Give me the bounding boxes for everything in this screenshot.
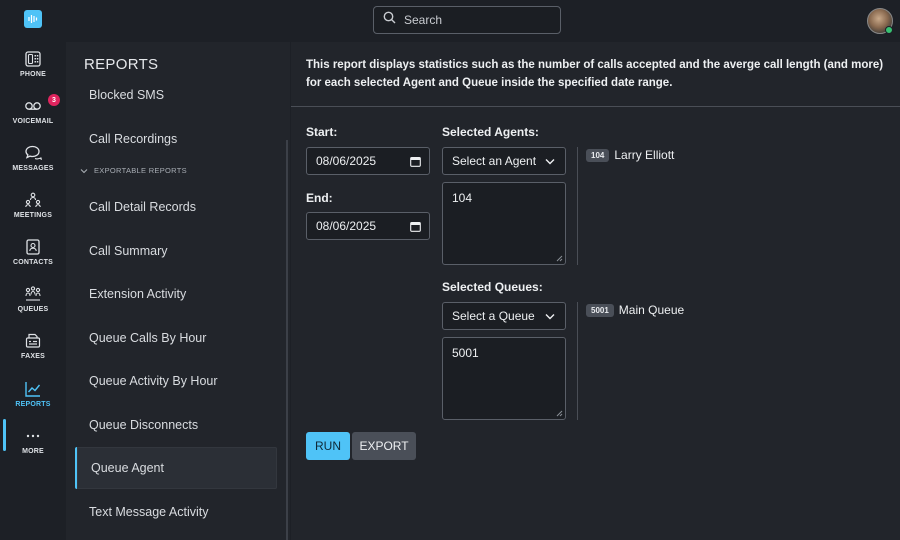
agent-select[interactable]: Select an Agent [442,147,566,175]
nav-queues[interactable]: QUEUES [0,285,66,331]
reports-chart-icon [25,382,41,397]
nav-reports-label: REPORTS [15,401,51,408]
nav-messages-label: MESSAGES [12,165,54,172]
agent-select-value: Select an Agent [452,154,537,168]
nav-faxes[interactable]: FAXES [0,332,66,378]
voicemail-icon [25,102,41,110]
report-description: This report displays statistics such as … [306,59,884,89]
nav-messages[interactable]: MESSAGES [0,144,66,190]
nav-meetings-label: MEETINGS [13,212,53,219]
sidebar-item-call-detail-records[interactable]: Call Detail Records [75,186,277,228]
agents-textarea-value: 104 [452,191,473,205]
waveform-logo-icon[interactable] [24,10,42,28]
agents-separator [577,147,578,265]
calendar-icon[interactable] [410,221,421,232]
nav-voicemail[interactable]: 3 VOICEMAIL [0,94,66,143]
phone-icon [25,51,41,67]
queue-select[interactable]: Select a Queue [442,302,566,330]
sidebar-title: REPORTS [84,56,159,73]
chevron-down-icon [545,159,555,165]
exportable-reports-section[interactable]: EXPORTABLE REPORTS [80,166,187,175]
meetings-icon [25,192,41,208]
contacts-icon [26,239,40,255]
queues-separator [577,302,578,420]
sidebar-item-queue-calls-by-hour[interactable]: Queue Calls By Hour [75,317,277,359]
sidebar-item-queue-activity-by-hour[interactable]: Queue Activity By Hour [75,360,277,402]
nav-contacts-label: CONTACTS [13,259,53,266]
sidebar-item-call-summary[interactable]: Call Summary [75,230,277,272]
nav-reports[interactable]: REPORTS [0,380,66,426]
queue-name: Main Queue [618,303,685,317]
sidebar-item-queue-disconnects[interactable]: Queue Disconnects [75,404,277,446]
sidebar-item-text-message-activity[interactable]: Text Message Activity [75,491,277,533]
agents-textarea[interactable]: 104 [442,182,566,265]
selected-agents-label: Selected Agents: [442,125,539,139]
header-divider [291,106,900,107]
agent-name: Larry Elliott [614,148,675,162]
nav-queues-label: QUEUES [17,306,49,313]
end-date-field[interactable]: 08/06/2025 [306,212,430,240]
chevron-down-icon [80,168,88,173]
messages-icon [25,145,42,161]
report-main-panel: This report displays statistics such as … [291,42,900,540]
selected-agent-row[interactable]: 104 Larry Elliott [586,148,674,162]
queues-textarea-value: 5001 [452,346,479,360]
top-bar: Search [0,0,900,42]
nav-meetings[interactable]: MEETINGS [0,191,66,237]
end-date-value: 08/06/2025 [316,219,377,233]
search-input[interactable]: Search [373,6,561,34]
selected-queues-label: Selected Queues: [442,280,543,294]
chevron-down-icon [545,314,555,320]
reports-sidebar: REPORTS Blocked SMS Call Recordings EXPO… [66,42,290,540]
nav-phone-label: PHONE [20,71,46,78]
nav-rail: PHONE 3 VOICEMAIL MESSAGES MEETINGS CONT… [0,42,66,540]
export-button[interactable]: EXPORT [352,432,416,460]
start-date-value: 08/06/2025 [316,154,377,168]
section-label: EXPORTABLE REPORTS [94,166,187,175]
search-placeholder: Search [404,13,443,27]
nav-phone[interactable]: PHONE [0,50,66,96]
nav-more[interactable]: MORE [0,427,66,473]
more-dots-icon [26,434,40,438]
start-label: Start: [306,125,338,139]
fax-icon [25,333,41,348]
nav-more-label: MORE [22,448,44,455]
queue-number-chip: 5001 [586,303,614,317]
agent-extension-chip: 104 [586,148,610,162]
search-icon [383,11,396,29]
nav-faxes-label: FAXES [21,353,45,360]
sidebar-item-queue-agent[interactable]: Queue Agent [75,447,277,489]
queues-textarea[interactable]: 5001 [442,337,566,420]
calendar-icon[interactable] [410,156,421,167]
selected-queue-row[interactable]: 5001 Main Queue [586,303,684,317]
presence-status-dot [885,26,893,34]
sidebar-scrollbar[interactable] [286,140,288,540]
queue-select-value: Select a Queue [452,309,535,323]
end-label: End: [306,191,333,205]
nav-contacts[interactable]: CONTACTS [0,238,66,284]
start-date-field[interactable]: 08/06/2025 [306,147,430,175]
queues-icon [25,286,41,301]
resize-grip-icon[interactable] [556,410,563,417]
sidebar-item-call-recordings[interactable]: Call Recordings [75,118,277,160]
voicemail-count-badge: 3 [48,94,60,106]
sidebar-item-extension-activity[interactable]: Extension Activity [75,273,277,315]
sidebar-item-blocked-sms[interactable]: Blocked SMS [75,74,277,116]
run-button[interactable]: RUN [306,432,350,460]
resize-grip-icon[interactable] [556,255,563,262]
nav-voicemail-label: VOICEMAIL [12,118,54,125]
